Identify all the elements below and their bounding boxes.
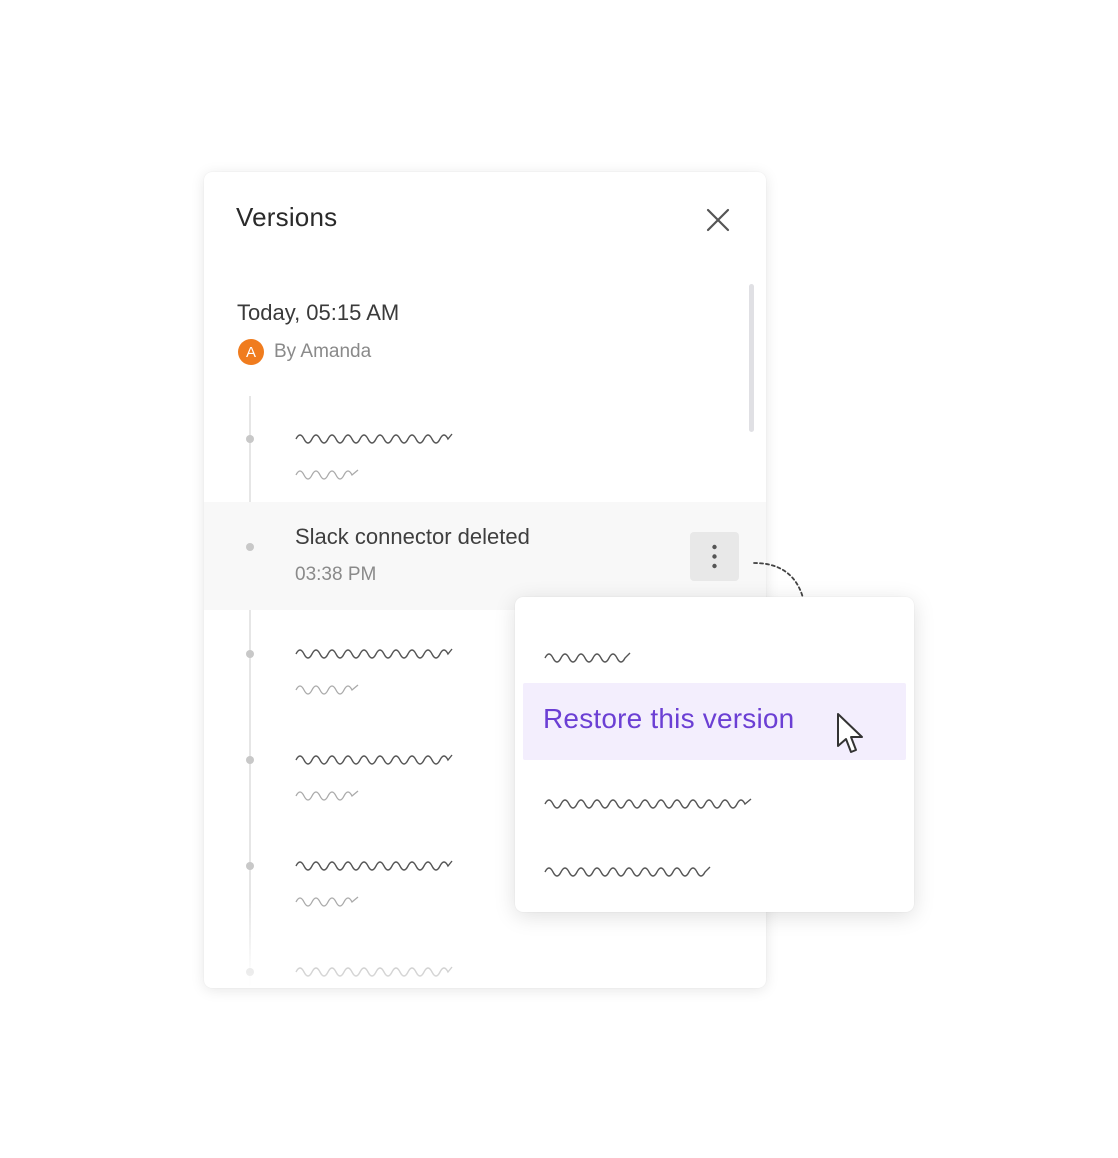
stage: Versions Today, 05:15 AM A By Amanda Sla… — [0, 0, 1118, 1158]
placeholder-text-line — [295, 860, 453, 871]
version-date: Today, 05:15 AM — [237, 300, 400, 325]
placeholder-text-line — [295, 469, 359, 480]
menu-item[interactable] — [523, 637, 906, 673]
author-label: By Amanda — [274, 341, 372, 362]
timeline-line — [249, 396, 251, 988]
version-entry-selected[interactable] — [204, 502, 766, 610]
timeline-dot — [246, 543, 254, 551]
change-title: Slack connector deleted — [295, 524, 530, 549]
version-author: A By Amanda — [238, 339, 371, 365]
close-icon — [706, 208, 730, 232]
fade-overlay — [204, 942, 766, 988]
panel-title: Versions — [236, 202, 338, 232]
timeline-dot — [246, 756, 254, 764]
timeline-dot — [246, 435, 254, 443]
placeholder-text-line — [295, 896, 359, 907]
placeholder-text-line — [295, 433, 453, 444]
mouse-cursor-icon — [837, 713, 863, 753]
restore-label: Restore this version — [543, 703, 795, 734]
more-options-button[interactable] — [690, 532, 739, 581]
menu-item[interactable] — [523, 785, 906, 819]
placeholder-text-line — [544, 866, 711, 877]
avatar: A — [238, 339, 264, 365]
more-vertical-icon — [712, 544, 717, 569]
timeline-dot — [246, 862, 254, 870]
placeholder-text-line — [295, 754, 453, 765]
placeholder-text-line — [544, 652, 631, 663]
scrollbar-thumb[interactable] — [749, 284, 754, 432]
placeholder-text-line — [295, 790, 359, 801]
menu-item[interactable] — [523, 853, 906, 887]
placeholder-text-line — [295, 648, 453, 659]
timeline-dot — [246, 650, 254, 658]
close-button[interactable] — [700, 202, 736, 238]
change-time: 03:38 PM — [295, 564, 377, 585]
placeholder-text-line — [544, 798, 752, 809]
placeholder-text-line — [295, 684, 359, 695]
